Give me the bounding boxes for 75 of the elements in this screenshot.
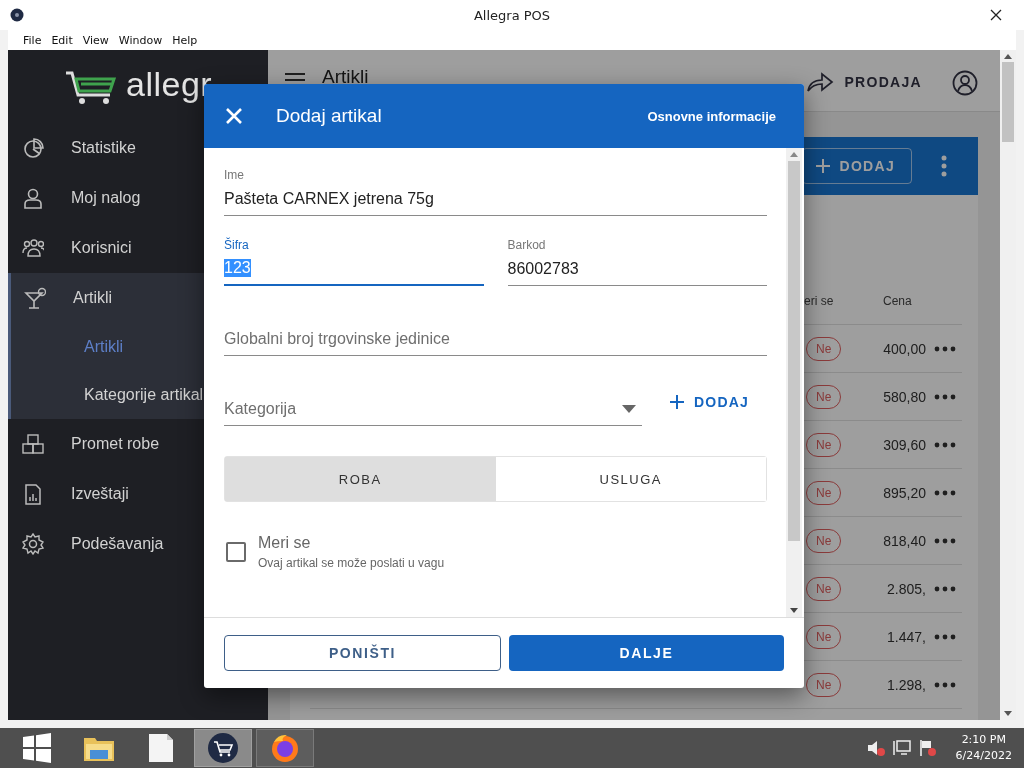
more-options-icon[interactable]	[940, 155, 948, 177]
menu-item[interactable]: Edit	[46, 33, 78, 47]
input-field[interactable]: Pašteta CARNEX jetrena 75g	[224, 182, 767, 216]
scrollbar[interactable]	[786, 148, 802, 617]
checkbox[interactable]	[226, 542, 246, 562]
pie-chart-icon	[22, 137, 44, 159]
table-cell-text: 400,00	[882, 340, 927, 357]
column-header: eri se	[803, 293, 835, 308]
hint-text: Ovaj artikal se može poslati u vagu	[258, 556, 445, 570]
scroll-up-icon[interactable]	[1004, 54, 1012, 59]
person-icon	[22, 187, 44, 209]
step-label: Osnovne informacije	[647, 108, 776, 124]
menu-item[interactable]: Help	[167, 33, 203, 47]
taskbar-app[interactable]	[194, 729, 252, 767]
table-cell-text: 1.447,	[886, 628, 927, 645]
column-header: Cena	[882, 293, 913, 308]
user-account-icon[interactable]	[952, 70, 978, 96]
add-category-button[interactable]: DODAJ	[666, 384, 767, 420]
scroll-down-icon[interactable]	[790, 608, 798, 613]
input-field[interactable]: 86002783	[507, 252, 767, 286]
volume-muted-icon[interactable]	[865, 739, 886, 757]
boxes-icon	[22, 433, 44, 455]
plus-icon	[815, 158, 832, 174]
menu-item[interactable]: Window	[113, 33, 168, 47]
field-label: Šifra	[224, 238, 250, 252]
settings-icon	[22, 533, 44, 555]
scroll-up-icon[interactable]	[790, 152, 798, 157]
field-label: Ime	[224, 168, 245, 182]
more-options-icon[interactable]	[934, 681, 956, 688]
scroll-down-icon[interactable]	[1004, 711, 1012, 716]
window-title: Allegra POS	[472, 7, 552, 23]
network-icon[interactable]	[891, 739, 912, 757]
dropdown-caret-icon	[622, 404, 636, 413]
more-options-icon[interactable]	[934, 537, 956, 544]
clock-time[interactable]: 2:10 PM	[961, 732, 1006, 748]
more-options-icon[interactable]	[934, 633, 956, 640]
logo-text: allegr	[126, 65, 213, 104]
next-button[interactable]: DALJE	[509, 635, 784, 671]
more-options-icon[interactable]	[934, 489, 956, 496]
scroll-thumb[interactable]	[1002, 62, 1014, 142]
table-cell-text: 309,60	[882, 436, 927, 453]
more-options-icon[interactable]	[934, 585, 956, 592]
close-icon	[226, 108, 242, 124]
clock-date[interactable]: 6/24/2022	[955, 748, 1012, 764]
table-cell-text: 580,80	[882, 388, 927, 405]
report-icon	[22, 483, 44, 505]
cart-icon	[207, 732, 239, 764]
browser-icon	[269, 732, 301, 764]
sale-button[interactable]: PRODAJA	[806, 71, 922, 93]
flag-icon[interactable]	[917, 739, 938, 757]
dialog-title: Dodaj artikal	[276, 105, 382, 127]
table-cell-text: 895,20	[882, 484, 927, 501]
app-icon	[10, 8, 24, 22]
forward-arrow-icon	[806, 71, 835, 93]
windows-start-icon	[21, 732, 53, 764]
table-cell-text: 1.298,	[886, 676, 927, 693]
type-toggle-option[interactable]: ROBA	[225, 457, 496, 501]
more-options-icon[interactable]	[934, 345, 956, 352]
input-field[interactable]: Globalni broj trgovinske jedinice	[224, 322, 767, 356]
close-icon	[990, 9, 1002, 21]
menu-item[interactable]: File	[18, 33, 47, 47]
cancel-button[interactable]: PONIŠTI	[224, 635, 501, 671]
cocktail-glass-icon	[24, 287, 46, 309]
page-title: Artikli	[322, 66, 369, 88]
checkbox-label: Meri se	[258, 534, 312, 552]
more-options-icon[interactable]	[934, 441, 956, 448]
people-icon	[22, 237, 44, 259]
more-options-icon[interactable]	[934, 393, 956, 400]
menu-item[interactable]: View	[77, 33, 114, 47]
category-select[interactable]: Kategorija	[224, 392, 642, 426]
table-cell-text: 2.805,	[886, 580, 927, 597]
plus-icon	[670, 395, 684, 409]
scroll-thumb[interactable]	[788, 161, 800, 541]
field-label: Barkod	[507, 238, 547, 252]
table-cell-text: 818,40	[882, 532, 927, 549]
